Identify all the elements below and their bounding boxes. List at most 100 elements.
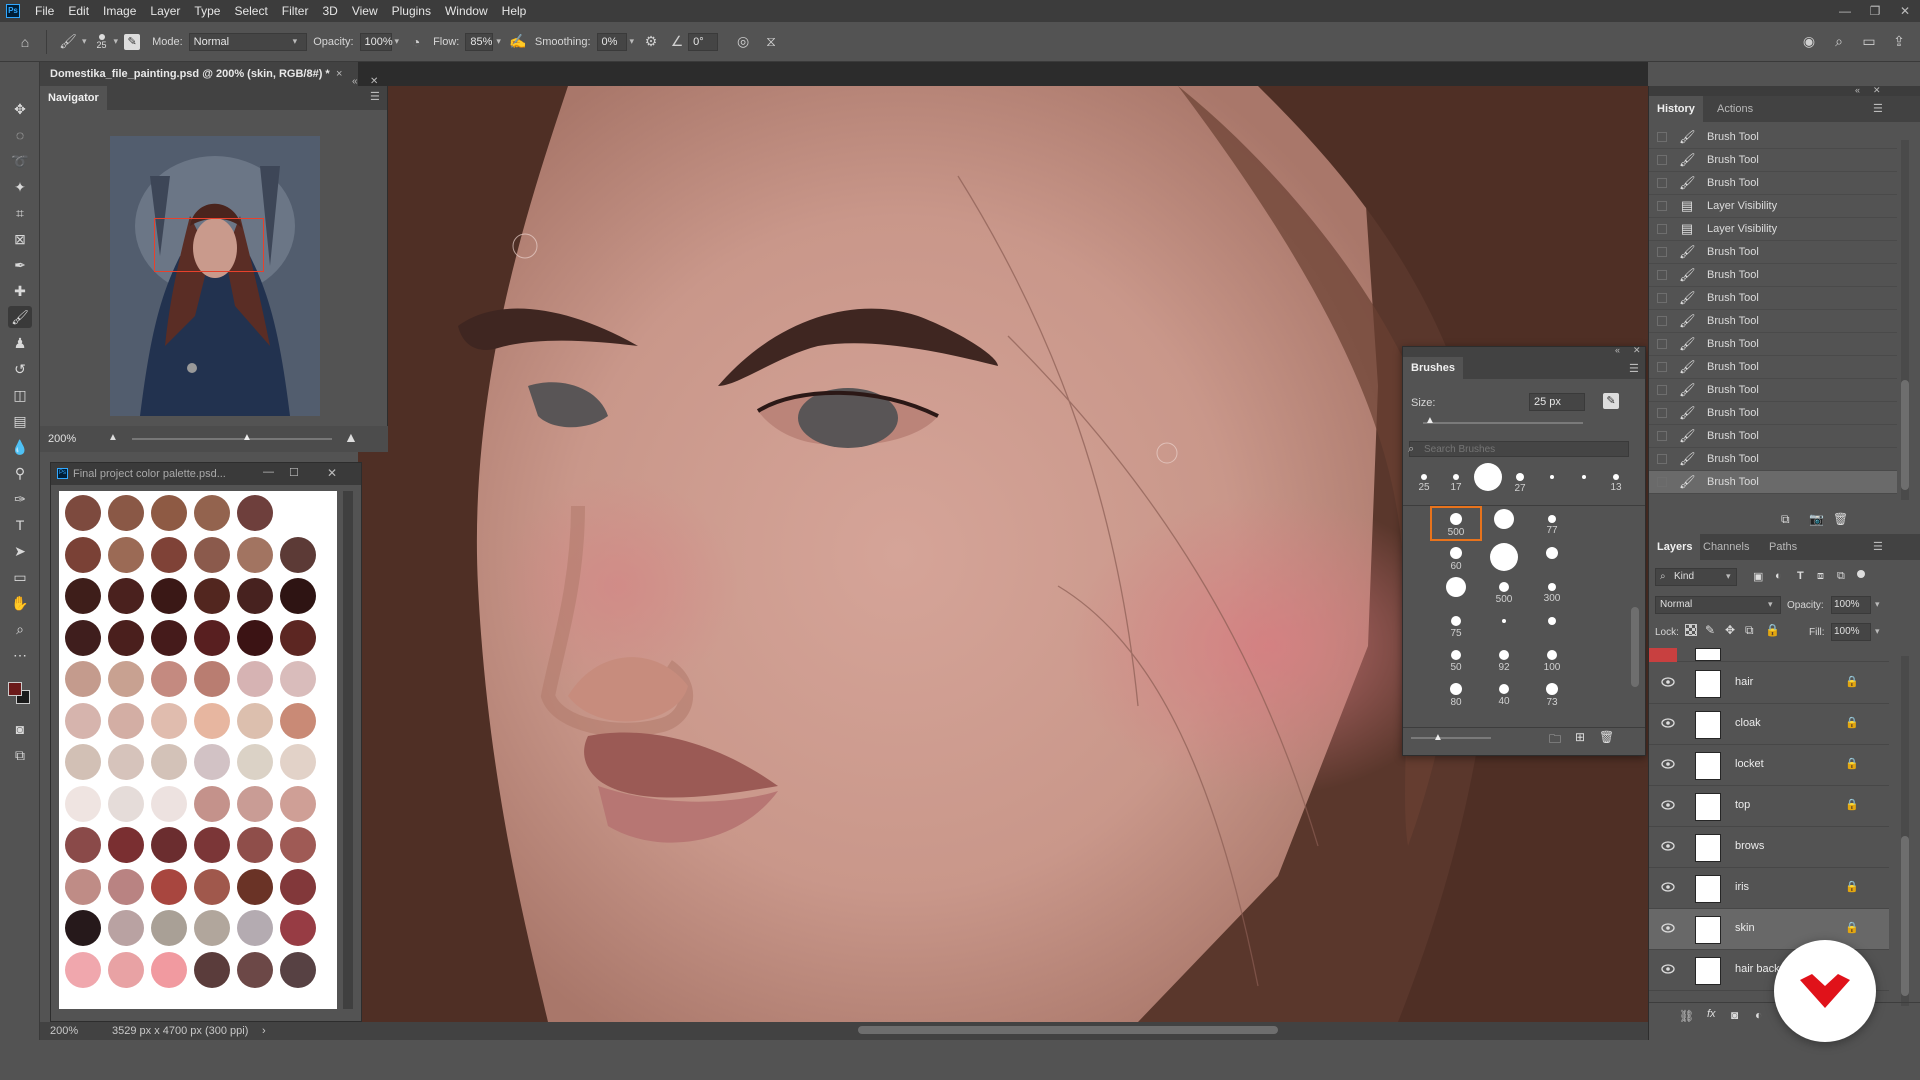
screen-mode-icon[interactable]: ⧉ <box>8 744 32 766</box>
brush-search-input[interactable] <box>1424 443 1624 455</box>
type-tool-icon[interactable]: T <box>8 514 32 536</box>
minimize-icon[interactable]: — <box>1830 4 1860 18</box>
tab-actions[interactable]: Actions <box>1709 96 1761 122</box>
brush-preset[interactable]: 13 <box>1599 463 1633 493</box>
history-state[interactable]: 🖌 Brush Tool <box>1649 310 1897 333</box>
menu-filter[interactable]: Filter <box>275 0 316 22</box>
lasso-tool-icon[interactable]: ➰ <box>8 150 32 172</box>
layer-name[interactable]: hair back <box>1735 963 1780 975</box>
healing-brush-tool-icon[interactable]: ✚ <box>8 280 32 302</box>
camera-icon[interactable]: 📷 <box>1809 512 1824 526</box>
brush-preset[interactable]: 60 <box>1439 543 1473 572</box>
zoom-slider-handle[interactable]: ▲ <box>242 432 252 443</box>
hand-tool-icon[interactable]: ✋ <box>8 592 32 614</box>
layer-row[interactable]: locket 🔒 <box>1649 745 1889 786</box>
trash-icon[interactable]: 🗑 <box>1833 512 1848 526</box>
color-swatch[interactable] <box>65 868 101 905</box>
eye-icon[interactable] <box>1661 800 1675 810</box>
color-swatch[interactable] <box>237 744 273 780</box>
mode-select[interactable]: Normal <box>188 32 307 51</box>
tab-channels[interactable]: Channels <box>1695 534 1757 560</box>
eye-icon[interactable] <box>1661 718 1675 728</box>
brush-preset[interactable] <box>1535 463 1569 481</box>
minimize-icon[interactable]: — <box>263 466 274 478</box>
menu-select[interactable]: Select <box>227 0 274 22</box>
color-swatch[interactable] <box>280 744 316 780</box>
zoom-slider[interactable] <box>132 438 332 440</box>
color-swatch[interactable] <box>194 619 230 656</box>
lock-icon[interactable]: 🔒 <box>1845 757 1859 770</box>
brush-search-field[interactable]: ⌕ <box>1408 441 1629 457</box>
layer-row[interactable]: top 🔒 <box>1649 786 1889 827</box>
document-tab[interactable]: Domestika_file_painting.psd @ 200% (skin… <box>40 62 358 86</box>
panel-menu-icon[interactable]: ☰ <box>1873 104 1885 115</box>
brush-preset[interactable]: 27 <box>1503 463 1537 494</box>
color-swatch[interactable] <box>280 827 316 863</box>
history-scrollbar-thumb[interactable] <box>1901 380 1909 490</box>
layer-name[interactable]: top <box>1735 799 1750 811</box>
color-swatch[interactable] <box>151 910 187 946</box>
maximize-icon[interactable]: ☐ <box>289 466 299 479</box>
brush-preset[interactable]: 75 <box>1439 611 1473 639</box>
new-brush-icon[interactable]: ⊞ <box>1575 730 1585 744</box>
zoom-tool-icon[interactable]: ⌕ <box>8 618 32 640</box>
tab-navigator[interactable]: Navigator <box>40 86 107 110</box>
chevron-down-icon[interactable]: ▾ <box>1875 599 1880 610</box>
close-tab-icon[interactable]: × <box>336 68 342 80</box>
chevron-down-icon[interactable]: ▾ <box>395 36 400 47</box>
history-snapshot-checkbox[interactable] <box>1657 178 1667 188</box>
color-swatch[interactable] <box>151 951 187 988</box>
lock-icon[interactable]: 🔒 <box>1845 798 1859 811</box>
brush-settings-icon[interactable]: ✎ <box>124 33 141 50</box>
menu-layer[interactable]: Layer <box>143 0 187 22</box>
color-swatch[interactable] <box>237 661 273 697</box>
brush-preset[interactable]: 500 <box>1430 506 1482 541</box>
filter-pixel-icon[interactable]: ▣ <box>1753 570 1763 583</box>
opacity-field[interactable]: 100% <box>359 32 393 51</box>
history-state[interactable]: 🖌 Brush Tool <box>1649 149 1897 172</box>
gear-icon[interactable]: ⚙ <box>640 33 662 50</box>
gradient-tool-icon[interactable]: ▤ <box>8 410 32 432</box>
menu-edit[interactable]: Edit <box>61 0 96 22</box>
eye-icon[interactable] <box>1661 882 1675 892</box>
color-swatch[interactable] <box>237 910 273 946</box>
color-swatch[interactable] <box>108 536 144 573</box>
workspace-icon[interactable]: ▭ <box>1858 33 1880 50</box>
color-swatch[interactable] <box>151 785 187 822</box>
preview-size-slider[interactable] <box>1411 737 1491 739</box>
tab-layers[interactable]: Layers <box>1649 534 1701 560</box>
brush-size-picker[interactable]: 25 <box>97 33 107 50</box>
close-icon[interactable]: ✕ <box>370 76 378 87</box>
color-swatch[interactable] <box>65 910 101 946</box>
color-swatch[interactable] <box>108 702 144 739</box>
color-swatch[interactable] <box>65 619 101 656</box>
color-swatch[interactable] <box>108 868 144 905</box>
menu-view[interactable]: View <box>345 0 385 22</box>
tab-paths[interactable]: Paths <box>1761 534 1805 560</box>
color-swatch[interactable] <box>194 495 230 531</box>
brush-preset[interactable] <box>1487 611 1521 625</box>
brush-preset[interactable] <box>1535 611 1569 627</box>
layers-scrollbar-thumb[interactable] <box>1901 836 1909 996</box>
home-icon[interactable]: ⌂ <box>14 34 36 50</box>
chevron-down-icon[interactable]: ▾ <box>496 36 501 47</box>
chevron-down-icon[interactable]: ▾ <box>114 36 119 47</box>
color-swatch[interactable] <box>151 495 187 531</box>
brush-preset[interactable] <box>1567 463 1601 481</box>
history-snapshot-checkbox[interactable] <box>1657 408 1667 418</box>
history-state[interactable]: 🖌 Brush Tool <box>1649 172 1897 195</box>
color-swatch[interactable] <box>65 536 101 573</box>
fx-icon[interactable]: fx <box>1707 1008 1716 1020</box>
color-swatches[interactable] <box>6 680 32 706</box>
filter-smart-object-icon[interactable]: ⧉ <box>1837 570 1845 583</box>
color-swatch[interactable] <box>65 827 101 863</box>
color-swatch[interactable] <box>194 827 230 863</box>
move-tool-icon[interactable]: ✥ <box>8 98 32 120</box>
tab-brushes[interactable]: Brushes <box>1403 357 1464 379</box>
color-swatch[interactable] <box>108 910 144 946</box>
eye-icon[interactable] <box>1661 964 1675 974</box>
pressure-opacity-icon[interactable]: ◔ <box>405 34 427 50</box>
pressure-size-icon[interactable]: ◎ <box>732 33 754 50</box>
layer-name[interactable]: locket <box>1735 758 1764 770</box>
share-icon[interactable]: ⇪ <box>1888 33 1910 50</box>
